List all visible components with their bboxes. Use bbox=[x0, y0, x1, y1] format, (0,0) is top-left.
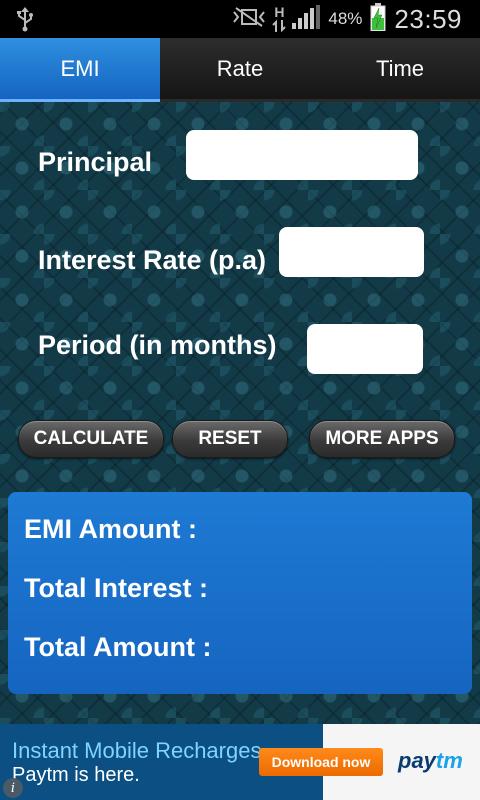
calculate-button[interactable]: CALCULATE bbox=[18, 420, 164, 458]
signal-bars-icon bbox=[292, 4, 321, 34]
tab-bar: EMI Rate Time bbox=[0, 38, 480, 102]
interest-rate-input[interactable] bbox=[279, 227, 424, 277]
paytm-logo-pay: pay bbox=[398, 748, 436, 773]
battery-charging-icon bbox=[370, 2, 386, 36]
emi-calculator-panel: Principal Interest Rate (p.a) Period (in… bbox=[0, 102, 480, 724]
more-apps-button[interactable]: MORE APPS bbox=[309, 420, 455, 458]
reset-button[interactable]: RESET bbox=[172, 420, 288, 458]
ad-download-button[interactable]: Download now bbox=[259, 748, 383, 776]
status-bar: H 48% 23:59 bbox=[0, 0, 480, 38]
interest-rate-label: Interest Rate (p.a) bbox=[38, 245, 267, 275]
total-amount-label: Total Amount : bbox=[24, 632, 212, 662]
paytm-logo-tm: tm bbox=[435, 748, 463, 773]
tab-time[interactable]: Time bbox=[320, 38, 480, 102]
usb-icon bbox=[14, 6, 36, 37]
tab-rate[interactable]: Rate bbox=[160, 38, 320, 102]
period-input[interactable] bbox=[307, 324, 423, 374]
ad-info-icon[interactable]: i bbox=[3, 778, 23, 798]
network-type: H bbox=[274, 4, 285, 20]
principal-label: Principal bbox=[38, 147, 153, 177]
battery-percent: 48% bbox=[328, 9, 363, 28]
ad-headline: Instant Mobile Recharges. bbox=[12, 738, 268, 763]
paytm-logo: paytm bbox=[398, 748, 463, 774]
clock: 23:59 bbox=[394, 3, 462, 34]
data-arrows-icon: H bbox=[272, 4, 287, 33]
total-interest-label: Total Interest : bbox=[24, 573, 209, 603]
period-label: Period (in months) bbox=[38, 330, 277, 360]
emi-amount-label: EMI Amount : bbox=[24, 514, 197, 544]
tab-emi[interactable]: EMI bbox=[0, 38, 160, 102]
ad-banner[interactable]: Instant Mobile Recharges. Paytm is here.… bbox=[0, 724, 480, 800]
ad-subline: Paytm is here. bbox=[12, 764, 140, 786]
principal-input[interactable] bbox=[186, 130, 418, 180]
results-panel: EMI Amount : Total Interest : Total Amou… bbox=[8, 492, 472, 694]
mute-vibrate-icon bbox=[232, 6, 266, 33]
